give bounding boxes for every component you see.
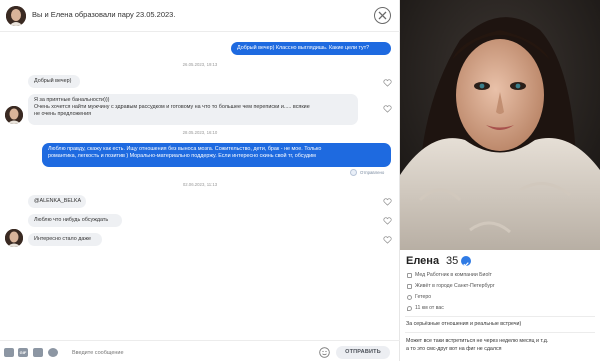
message-incoming[interactable]: Добрый вечер) [28, 75, 80, 89]
message-composer: GIF ОТПРАВИТЬ [0, 340, 400, 361]
location-icon [407, 306, 412, 311]
profile-name: Елена [406, 255, 440, 267]
profile-distance: 11 км от вас [415, 305, 444, 311]
close-icon[interactable] [378, 11, 387, 20]
message-line: не очень предложения [34, 111, 92, 118]
delivery-status: Отправлено [360, 170, 385, 175]
message-line: Очень хочется найти мужчину с здравым ра… [34, 104, 310, 111]
image-icon[interactable] [4, 348, 14, 357]
profile-goal: За серьёзные отношения и реальные встреч… [406, 321, 522, 327]
avatar[interactable] [5, 229, 23, 247]
date-separator: 02.06.2023, 11:13 [182, 182, 218, 187]
avatar[interactable] [6, 6, 26, 26]
about-line: Может все таки встретиться не через неде… [406, 338, 549, 344]
about-line: а то это смс-друг вот на фиг не сдался [406, 346, 502, 352]
date-separator: 26.05.2023, 19:13 [182, 62, 218, 67]
profile-orientation: Гетеро [415, 294, 432, 300]
heart-icon[interactable] [383, 79, 392, 87]
message-incoming[interactable]: @ALENKA_BELKA [28, 195, 86, 209]
message-outgoing[interactable]: Добрый вечер) Классно выглядишь. Какие ц… [231, 42, 391, 56]
message-input[interactable] [72, 350, 302, 356]
avatar[interactable] [5, 106, 23, 124]
gift-icon[interactable] [48, 348, 58, 357]
divider [405, 316, 595, 317]
emoji-icon[interactable] [319, 347, 330, 358]
message-line: романтика, легкость и позитив ) Морально… [48, 153, 316, 160]
chat-pane: Вы и Елена образовали пару 23.05.2023. Д… [0, 0, 400, 361]
read-status-icon [350, 169, 357, 176]
date-separator: 28.05.2023, 16:10 [182, 130, 218, 135]
gif-icon[interactable]: GIF [18, 348, 28, 357]
profile-city: Живёт в городе Санкт-Петербург [415, 283, 495, 289]
heart-icon[interactable] [383, 217, 392, 225]
heart-icon[interactable] [383, 236, 392, 244]
profile-job: Мед Работник в компании Биоlт [415, 272, 492, 278]
send-button[interactable]: ОТПРАВИТЬ [336, 346, 390, 359]
profile-age: 35 [446, 255, 459, 267]
sticker-icon[interactable] [33, 348, 43, 357]
orientation-icon [407, 295, 412, 300]
verified-icon [461, 256, 471, 267]
chat-header: Вы и Елена образовали пару 23.05.2023. [0, 0, 400, 32]
profile-photo[interactable] [400, 0, 600, 250]
message-incoming[interactable]: Интересно стало даже [28, 233, 102, 247]
close-button[interactable] [374, 7, 391, 24]
message-outgoing[interactable]: Люблю правду, скажу как есть. Ищу отноше… [42, 143, 391, 167]
message-incoming[interactable]: Люблю что нибудь обсуждать [28, 214, 122, 228]
profile-about: Может все таки встретиться не через неде… [406, 337, 596, 353]
message-incoming[interactable]: Я за приятные банальности))) Очень хочет… [28, 94, 358, 125]
briefcase-icon [407, 273, 412, 278]
heart-icon[interactable] [383, 105, 392, 113]
divider [405, 332, 595, 333]
home-icon [407, 284, 412, 289]
heart-icon[interactable] [383, 198, 392, 206]
match-title: Вы и Елена образовали пару 23.05.2023. [32, 10, 176, 19]
